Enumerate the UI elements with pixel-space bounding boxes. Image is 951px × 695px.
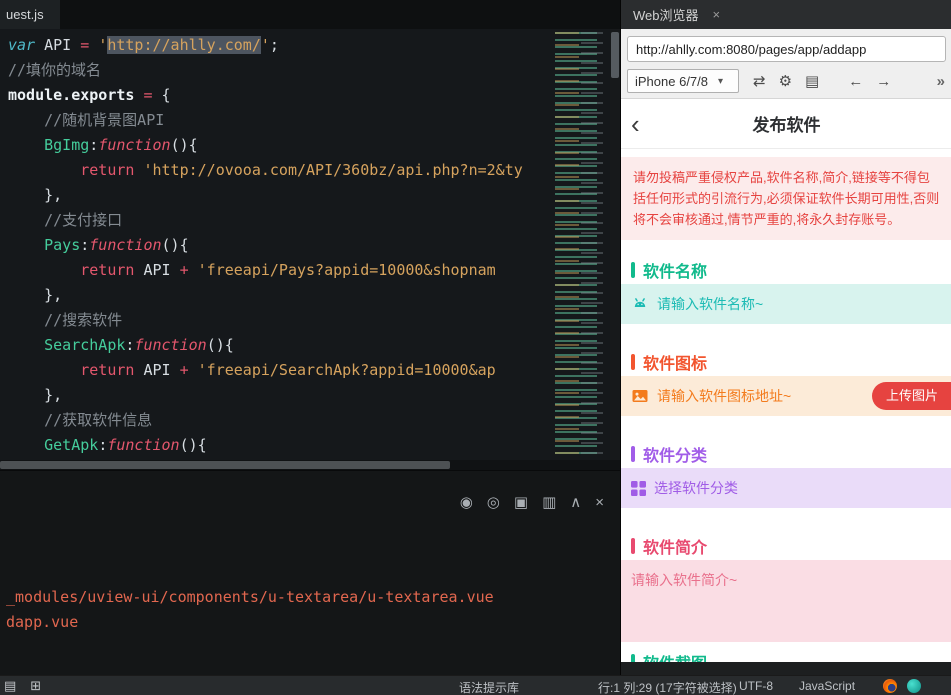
grid-panel-icon[interactable]: ⊞ — [30, 678, 41, 694]
screenshot-icon[interactable]: ▥ — [542, 495, 556, 511]
device-select-value: iPhone 6/7/8 — [635, 73, 709, 89]
device-toolbar-row: iPhone 6/7/8 ▾ ⇄ ⚙ ▤ ← → » — [627, 69, 947, 93]
code-editor[interactable]: var API = 'http://ahlly.com/';//填你的域名 mod… — [0, 29, 620, 470]
console-line[interactable]: _modules/uview-ui/components/u-textarea/… — [6, 585, 616, 610]
terminal-panel-icon[interactable]: ▤ — [4, 678, 16, 694]
editor-vertical-scrollbar[interactable] — [610, 29, 620, 460]
stop-icon[interactable]: ▣ — [514, 495, 528, 511]
minimap-lines — [581, 32, 603, 458]
section-title-category: 软件分类 — [621, 440, 951, 468]
section-bar — [631, 654, 635, 662]
editor-horizontal-scrollbar[interactable] — [0, 460, 620, 470]
device-select[interactable]: iPhone 6/7/8 ▾ — [627, 69, 739, 93]
upload-image-button[interactable]: 上传图片 — [871, 382, 951, 410]
clear-icon[interactable]: × — [595, 495, 604, 511]
console-output: _modules/uview-ui/components/u-textarea/… — [6, 585, 616, 635]
category-placeholder: 选择软件分类 — [654, 480, 738, 496]
section-title-icon: 软件图标 — [621, 348, 951, 376]
section-title-label: 软件图标 — [643, 356, 708, 373]
status-bar: ▤ ⊞ 语法提示库 行:1 列:29 (17字符被选择) UTF-8 JavaSc… — [0, 675, 951, 695]
category-select[interactable]: 选择软件分类 — [621, 468, 951, 508]
page-viewport: ‹ 发布软件 请勿投稿严重侵权产品,软件名称,简介,链接等不得包括任何形式的引流… — [621, 99, 951, 662]
browser-tabbar: Web浏览器 × — [621, 0, 951, 29]
debug-icon[interactable]: ◉ — [460, 495, 473, 511]
browser-pane: Web浏览器 × iPhone 6/7/8 ▾ ⇄ ⚙ ▤ ← → » ‹ 发布软件 请勿… — [620, 0, 951, 675]
collapse-icon[interactable]: ∧ — [570, 495, 581, 511]
rerun-icon[interactable]: ◎ — [487, 495, 500, 511]
language-mode-status[interactable]: JavaScript — [799, 679, 855, 693]
teal-globe-icon[interactable] — [907, 679, 921, 693]
hbuilderx-window: uest.js var API = 'http://ahlly.com/';//… — [0, 0, 951, 695]
horizontal-scroll-thumb[interactable] — [0, 461, 450, 469]
image-icon — [632, 390, 648, 402]
cursor-position-status[interactable]: 行:1 列:29 (17字符被选择) — [598, 679, 737, 695]
name-input-placeholder: 请输入软件名称~ — [657, 296, 764, 312]
page-title: 发布软件 — [752, 116, 821, 135]
settings-gear-icon[interactable]: ⚙ — [779, 72, 792, 90]
section-title-screenshot: 软件截图 — [621, 648, 951, 662]
warning-notice: 请勿投稿严重侵权产品,软件名称,简介,链接等不得包括任何形式的引流行为,必须保证… — [621, 157, 951, 240]
vertical-scroll-thumb[interactable] — [611, 32, 619, 78]
statusbar-left-icons: ▤ ⊞ — [4, 678, 41, 694]
syntax-library-status[interactable]: 语法提示库 — [459, 679, 519, 695]
url-input[interactable] — [627, 36, 946, 62]
minimap[interactable] — [552, 32, 608, 458]
icon-url-input[interactable]: 请输入软件图标地址~ 上传图片 — [621, 376, 951, 416]
console-panel-icon[interactable]: ▤ — [805, 72, 819, 90]
section-title-label: 软件名称 — [643, 264, 708, 281]
section-bar — [631, 446, 635, 462]
more-icon[interactable]: » — [937, 73, 945, 90]
name-input[interactable]: 请输入软件名称~ — [621, 284, 951, 324]
back-chevron-icon[interactable]: ‹ — [631, 111, 640, 137]
editor-tab-request-js[interactable]: uest.js — [0, 0, 60, 29]
tab-close-icon[interactable]: × — [707, 7, 727, 22]
forward-arrow-icon[interactable]: → — [876, 73, 891, 90]
chevron-down-icon: ▾ — [718, 75, 724, 87]
section-title-label: 软件截图 — [643, 650, 707, 662]
browser-bottom-strip — [621, 662, 951, 675]
minimap-lines — [555, 32, 579, 458]
browser-toolbar: iPhone 6/7/8 ▾ ⇄ ⚙ ▤ ← → » — [621, 29, 951, 99]
encoding-status[interactable]: UTF-8 — [739, 679, 773, 693]
browser-tool-icons: ⇄ ⚙ ▤ ← → » — [753, 72, 947, 91]
page-header: ‹ 发布软件 — [621, 99, 951, 149]
section-bar — [631, 262, 635, 278]
browser-tab[interactable]: Web浏览器 — [621, 5, 707, 24]
android-icon — [634, 298, 646, 307]
section-title-label: 软件简介 — [643, 540, 708, 557]
section-title-intro: 软件简介 — [621, 532, 951, 560]
back-arrow-icon[interactable]: ← — [848, 73, 863, 90]
grid-icon — [631, 480, 646, 496]
console-pane: ◉ ◎ ▣ ▥ ∧ × _modules/uview-ui/components/u-te… — [0, 470, 620, 675]
rotate-device-icon[interactable]: ⇄ — [753, 72, 766, 90]
section-bar — [631, 538, 635, 554]
console-toolbar: ◉ ◎ ▣ ▥ ∧ × — [460, 495, 604, 511]
firefox-icon[interactable] — [883, 679, 897, 693]
icon-input-placeholder: 请输入软件图标地址~ — [657, 388, 792, 404]
editor-tabbar: uest.js — [0, 0, 620, 29]
code-lines[interactable]: var API = 'http://ahlly.com/';//填你的域名 mod… — [0, 29, 554, 460]
editor-pane: uest.js var API = 'http://ahlly.com/';//… — [0, 0, 620, 675]
console-line[interactable]: dapp.vue — [6, 610, 616, 635]
section-title-name: 软件名称 — [621, 256, 951, 284]
section-title-label: 软件分类 — [643, 448, 708, 465]
section-bar — [631, 354, 635, 370]
intro-textarea[interactable]: 请输入软件简介~ — [621, 560, 951, 642]
